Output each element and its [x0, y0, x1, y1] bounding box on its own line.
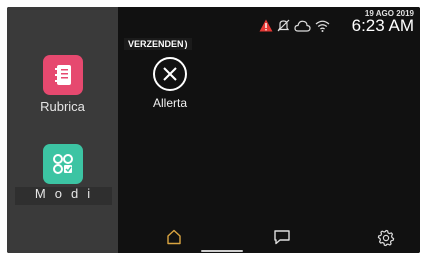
sending-banner: VERZENDEN) — [124, 38, 192, 50]
warning-icon — [259, 19, 273, 37]
bottom-nav — [118, 221, 420, 253]
gear-icon — [377, 229, 395, 251]
address-book-icon — [42, 55, 83, 95]
cloud-icon — [294, 19, 311, 37]
sidebar-item-label: Rubrica — [40, 99, 85, 114]
chevron-right-icon: ) — [184, 39, 188, 49]
app-allerta[interactable]: Allerta — [150, 57, 190, 110]
sidebar-item-modi[interactable]: Modi — [7, 144, 118, 201]
app-label: Allerta — [152, 96, 187, 110]
status-bar: 19 AGO 2019 6:23 AM — [114, 9, 414, 39]
sending-label: VERZENDEN — [128, 39, 184, 49]
nav-settings[interactable] — [377, 229, 395, 252]
nav-messages[interactable] — [273, 229, 291, 250]
main-area: 19 AGO 2019 6:23 AM VERZENDEN) Allerta — [118, 7, 420, 253]
time-label: 6:23 AM — [351, 16, 414, 35]
sidebar: Rubrica Modi — [7, 7, 118, 253]
sidebar-item-label: Modi — [34, 186, 100, 201]
modes-icon — [42, 144, 83, 184]
sidebar-item-rubrica[interactable]: Rubrica — [7, 55, 118, 114]
status-icons — [259, 19, 330, 37]
close-circle-icon — [153, 57, 187, 91]
wifi-icon — [315, 19, 330, 37]
device-screen: Rubrica Modi 19 AGO 2019 6:23 AM VERZEND… — [7, 7, 420, 253]
home-indicator — [201, 250, 243, 252]
chat-icon — [273, 230, 291, 249]
nav-home[interactable] — [166, 229, 182, 250]
mute-icon — [277, 19, 290, 37]
home-icon — [166, 229, 182, 249]
